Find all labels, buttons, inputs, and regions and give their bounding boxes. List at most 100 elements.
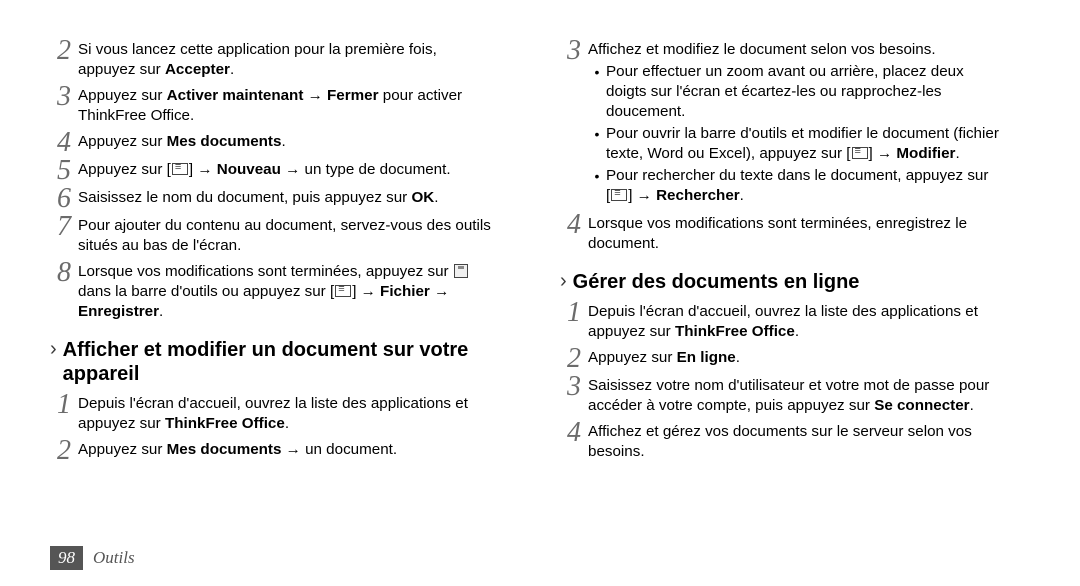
- text-line: situés au bas de l'écran.: [78, 237, 241, 254]
- text-line: texte, Word ou Excel), appuyez sur [: [606, 145, 851, 162]
- text-line: .: [955, 145, 959, 162]
- step-4: 4 Appuyez sur Mes documents.: [50, 132, 520, 154]
- step-7: 7 Pour ajouter du contenu au document, s…: [50, 216, 520, 256]
- text-line: besoins.: [588, 443, 645, 460]
- step-number: 3: [50, 86, 78, 108]
- text-line: → un document.: [281, 441, 397, 458]
- step-text: Appuyez sur Mes documents.: [78, 132, 520, 152]
- s2-step-4: 4 Affichez et gérez vos documents sur le…: [560, 422, 1030, 462]
- step-8: 8 Lorsque vos modifications sont terminé…: [50, 262, 520, 322]
- s2-step-1: 1 Depuis l'écran d'accueil, ouvrez la li…: [560, 302, 1030, 342]
- step-text: Appuyez sur En ligne.: [588, 348, 1030, 368]
- text-line: →: [303, 87, 327, 104]
- step-number: 8: [50, 262, 78, 284]
- text-line: doigts sur l'écran et écartez-les ou rap…: [606, 83, 942, 100]
- bold-term: Mes documents: [167, 441, 282, 458]
- text-line: .: [281, 133, 285, 150]
- step-number: 7: [50, 216, 78, 238]
- text-line: accéder à votre compte, puis appuyez sur: [588, 397, 874, 414]
- bold-term: OK: [411, 189, 434, 206]
- section-title: Gérer des documents en ligne: [573, 270, 860, 294]
- step-text: Si vous lancez cette application pour la…: [78, 40, 520, 80]
- bold-term: ThinkFree Office: [675, 323, 795, 340]
- page-footer: 98 Outils: [50, 546, 135, 570]
- bullet-toolbar: • Pour ouvrir la barre d'outils et modif…: [588, 124, 1030, 164]
- text-line: Afficher et modifier un document sur vot…: [63, 339, 469, 361]
- bold-term: ThinkFree Office: [165, 415, 285, 432]
- text-line: pour activer: [379, 87, 463, 104]
- text-line: ThinkFree Office.: [78, 107, 194, 124]
- step-text: Depuis l'écran d'accueil, ouvrez la list…: [78, 394, 520, 434]
- text-line: dans la barre d'outils ou appuyez sur [: [78, 283, 334, 300]
- text-line: [: [606, 187, 610, 204]
- text-line: .: [795, 323, 799, 340]
- text-line: .: [230, 61, 234, 78]
- step-number: 3: [560, 376, 588, 398]
- step-text: Depuis l'écran d'accueil, ouvrez la list…: [588, 302, 1030, 342]
- text-line: Pour ouvrir la barre d'outils et modifie…: [606, 125, 999, 142]
- step-text: Saisissez le nom du document, puis appuy…: [78, 188, 520, 208]
- step-number: 1: [50, 394, 78, 416]
- text-line: Depuis l'écran d'accueil, ouvrez la list…: [78, 395, 468, 412]
- bullet-text: Pour rechercher du texte dans le documen…: [606, 166, 1030, 206]
- menu-icon: [335, 285, 351, 297]
- section-title: Afficher et modifier un document sur vot…: [63, 338, 469, 386]
- menu-icon: [611, 189, 627, 201]
- r-step-3: 3 Affichez et modifiez le document selon…: [560, 40, 1030, 208]
- left-column: 2 Si vous lancez cette application pour …: [50, 40, 520, 468]
- page-number: 98: [50, 546, 83, 570]
- text-line: Pour ajouter du contenu au document, ser…: [78, 217, 491, 234]
- bullet-dot: •: [588, 124, 606, 164]
- text-line: Affichez et gérez vos documents sur le s…: [588, 423, 972, 440]
- step-number: 4: [560, 214, 588, 236]
- step-text: Appuyez sur Activer maintenant → Fermer …: [78, 86, 520, 126]
- step-text: Appuyez sur [] → Nouveau → un type de do…: [78, 160, 520, 180]
- step-number: 2: [50, 440, 78, 462]
- text-line: .: [740, 187, 744, 204]
- s2-step-3: 3 Saisissez votre nom d'utilisateur et v…: [560, 376, 1030, 416]
- bold-term: Fermer: [327, 87, 379, 104]
- text-line: doucement.: [606, 103, 685, 120]
- step-text: Lorsque vos modifications sont terminées…: [78, 262, 520, 322]
- text-line: appuyez sur: [78, 61, 165, 78]
- bold-term: Enregistrer: [78, 303, 159, 320]
- menu-icon: [172, 163, 188, 175]
- step-number: 4: [50, 132, 78, 154]
- section-heading-display-edit: › Afficher et modifier un document sur v…: [50, 338, 520, 386]
- step-text: Lorsque vos modifications sont terminées…: [588, 214, 1030, 254]
- text-line: Appuyez sur: [78, 87, 167, 104]
- text-line: Lorsque vos modifications sont terminées…: [588, 215, 967, 232]
- text-line: .: [970, 397, 974, 414]
- section-heading-online: › Gérer des documents en ligne: [560, 270, 1030, 294]
- text-line: Pour rechercher du texte dans le documen…: [606, 167, 988, 184]
- text-line: .: [736, 349, 740, 366]
- right-column: 3 Affichez et modifiez le document selon…: [560, 40, 1030, 468]
- step-number: 2: [50, 40, 78, 62]
- text-line: Depuis l'écran d'accueil, ouvrez la list…: [588, 303, 978, 320]
- bullet-search: • Pour rechercher du texte dans le docum…: [588, 166, 1030, 206]
- step-text: Appuyez sur Mes documents → un document.: [78, 440, 520, 460]
- text-line: .: [159, 303, 163, 320]
- bold-term: Activer maintenant: [167, 87, 304, 104]
- chevron-icon: ›: [50, 338, 57, 360]
- text-line: Appuyez sur: [78, 133, 167, 150]
- text-line: → un type de document.: [281, 161, 451, 178]
- r-step-4: 4 Lorsque vos modifications sont terminé…: [560, 214, 1030, 254]
- step-number: 2: [560, 348, 588, 370]
- bullet-text: Pour effectuer un zoom avant ou arrière,…: [606, 62, 1030, 122]
- text-line: →: [430, 283, 449, 300]
- step-text: Pour ajouter du contenu au document, ser…: [78, 216, 520, 256]
- text-line: Appuyez sur: [78, 441, 167, 458]
- bold-term: En ligne: [677, 349, 736, 366]
- text-line: Lorsque vos modifications sont terminées…: [78, 263, 453, 280]
- step-3: 3 Appuyez sur Activer maintenant → Ferme…: [50, 86, 520, 126]
- text-line: appuyez sur: [588, 323, 675, 340]
- text-line: .: [434, 189, 438, 206]
- page-columns: 2 Si vous lancez cette application pour …: [50, 40, 1030, 468]
- step-text: Affichez et modifiez le document selon v…: [588, 40, 1030, 208]
- step-2: 2 Si vous lancez cette application pour …: [50, 40, 520, 80]
- bold-term: Accepter: [165, 61, 230, 78]
- text-line: Appuyez sur [: [78, 161, 171, 178]
- bold-term: Nouveau: [217, 161, 281, 178]
- text-line: Affichez et modifiez le document selon v…: [588, 41, 936, 58]
